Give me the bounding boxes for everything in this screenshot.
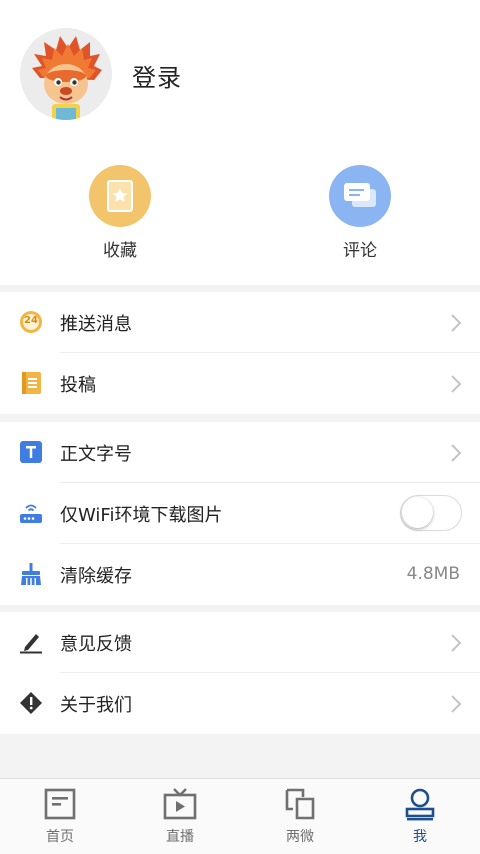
chevron-right-icon [451,314,462,332]
bottom-tab-bar: 首页 直播 两微 我 [0,778,480,854]
cache-size-value: 4.8MB [406,564,460,584]
wifi-images-label: 仅WiFi环境下载图片 [60,505,223,526]
favorites-button[interactable]: 收藏 [55,165,185,261]
two-micro-icon [285,788,315,820]
about-section: 意见反馈 关于我们 [0,612,480,734]
info-diamond-icon [20,692,42,714]
comments-label: 评论 [343,241,377,261]
push-24-icon: 24 [19,310,43,334]
contribute-label: 投稿 [60,375,96,396]
feedback-label: 意见反馈 [60,634,132,655]
font-size-label: 正文字号 [60,444,132,465]
tab-two-micro-label: 两微 [286,829,314,845]
clear-cache-row[interactable]: 清除缓存 4.8MB [0,544,480,605]
tab-me-label: 我 [413,829,427,845]
tab-two-micro[interactable]: 两微 [260,787,340,846]
profile-header: 登录 收藏 评论 [0,0,480,285]
clear-cache-label: 清除缓存 [60,566,132,587]
feedback-row[interactable]: 意见反馈 [0,612,480,673]
settings-section: 正文字号 仅WiFi环境下载图片 清除缓存 4.8MB [0,422,480,605]
user-icon [405,788,435,821]
lion-mascot-icon [20,28,112,120]
broom-icon [21,563,41,585]
tab-home-label: 首页 [46,829,74,845]
wifi-images-row: 仅WiFi环境下载图片 [0,483,480,544]
pencil-icon [20,634,42,654]
push-messages-row[interactable]: 24 推送消息 [0,292,480,353]
chevron-right-icon [451,634,462,652]
bookmark-icon [89,165,151,227]
comments-button[interactable]: 评论 [295,165,425,261]
router-icon [20,504,42,523]
tab-live-label: 直播 [166,829,194,845]
push-messages-label: 推送消息 [60,314,132,335]
push-badge: 24 [24,315,38,326]
wifi-images-toggle[interactable] [400,495,462,531]
tab-home[interactable]: 首页 [20,787,100,846]
chevron-right-icon [451,375,462,393]
toggle-knob [402,497,433,528]
document-icon [22,372,41,394]
contribute-row[interactable]: 投稿 [0,353,480,414]
avatar[interactable] [20,28,112,120]
home-news-icon [44,788,76,820]
about-us-row[interactable]: 关于我们 [0,673,480,734]
tab-me[interactable]: 我 [380,787,460,846]
chat-icon [329,165,391,227]
about-us-label: 关于我们 [60,695,132,716]
font-size-row[interactable]: 正文字号 [0,422,480,483]
text-size-icon [20,441,42,463]
tv-icon [163,788,197,820]
chevron-right-icon [451,444,462,462]
tab-live[interactable]: 直播 [140,787,220,846]
login-label[interactable]: 登录 [132,58,182,93]
message-section: 24 推送消息 投稿 [0,292,480,414]
chevron-right-icon [451,695,462,713]
favorites-label: 收藏 [103,241,137,261]
